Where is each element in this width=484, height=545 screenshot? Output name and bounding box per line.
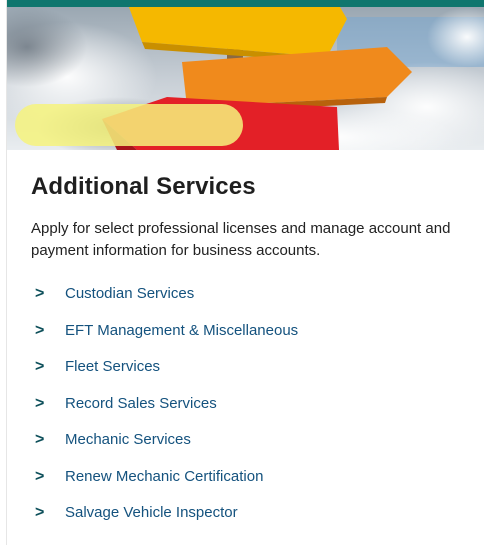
chevron-right-icon: >	[35, 394, 45, 412]
link-label[interactable]: EFT Management & Miscellaneous	[65, 321, 298, 341]
chevron-right-icon: >	[35, 467, 45, 485]
accent-bar	[7, 0, 484, 7]
link-item-renew-mechanic-certification[interactable]: > Renew Mechanic Certification	[7, 459, 484, 496]
link-label[interactable]: Record Sales Services	[65, 394, 217, 414]
link-label[interactable]: Fleet Services	[65, 357, 160, 377]
chevron-right-icon: >	[35, 321, 45, 339]
chevron-right-icon: >	[35, 431, 45, 448]
link-label[interactable]: Salvage Vehicle Inspector	[65, 503, 238, 523]
link-item-fleet-services[interactable]: > Fleet Services	[7, 349, 484, 386]
link-item-record-sales-services[interactable]: > Record Sales Services	[7, 386, 484, 423]
chevron-right-icon: >	[35, 504, 45, 521]
additional-services-card: Additional Services Apply for select pro…	[6, 0, 484, 545]
section-description: Apply for select professional licenses a…	[31, 220, 451, 259]
highlight-marker	[15, 104, 243, 146]
link-label[interactable]: Renew Mechanic Certification	[65, 467, 263, 487]
link-item-salvage-vehicle-inspector[interactable]: > Salvage Vehicle Inspector	[7, 495, 484, 532]
link-label[interactable]: Mechanic Services	[65, 430, 191, 450]
link-item-eft-management[interactable]: > EFT Management & Miscellaneous	[7, 313, 484, 350]
link-item-custodian-services[interactable]: > Custodian Services	[7, 276, 484, 313]
chevron-right-icon: >	[35, 285, 45, 302]
link-item-mechanic-services[interactable]: > Mechanic Services	[7, 422, 484, 459]
services-link-list: > Custodian Services > EFT Management & …	[7, 276, 484, 532]
chevron-right-icon: >	[35, 358, 45, 375]
link-label[interactable]: Custodian Services	[65, 284, 194, 304]
section-title: Additional Services	[31, 173, 256, 200]
